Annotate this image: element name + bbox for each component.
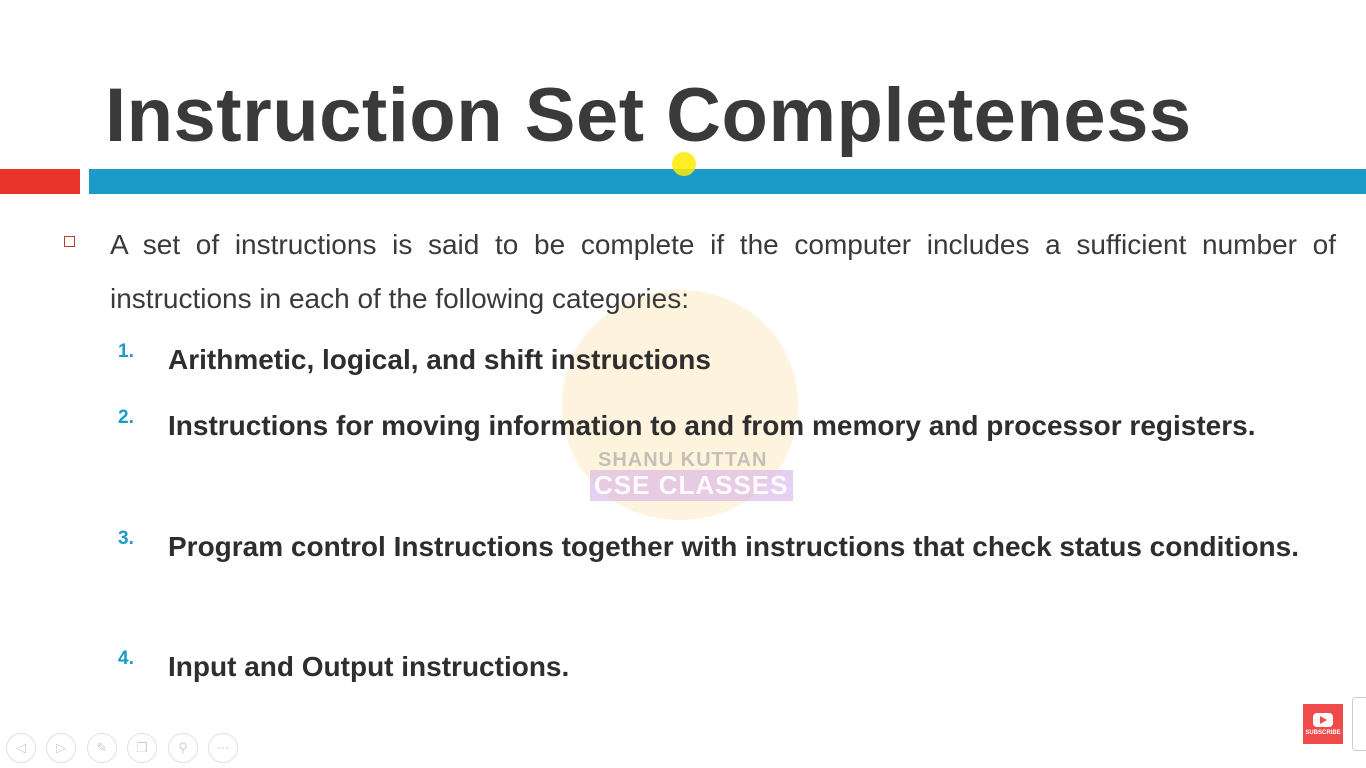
slides-icon: ❐ bbox=[136, 740, 148, 755]
list-text: Arithmetic, logical, and shift instructi… bbox=[168, 344, 711, 375]
pen-button[interactable]: ✎ bbox=[87, 733, 117, 763]
intro-paragraph: A set of instructions is said to be comp… bbox=[110, 229, 1336, 314]
list-number: 1. bbox=[118, 341, 134, 362]
more-icon: ⋯ bbox=[216, 740, 230, 755]
youtube-play-icon bbox=[1313, 712, 1333, 727]
arrow-left-icon: ◁ bbox=[16, 740, 26, 755]
list-text: Input and Output instructions. bbox=[168, 651, 570, 682]
arrow-right-icon: ▷ bbox=[56, 740, 66, 755]
title-underline-red bbox=[0, 169, 80, 194]
slides-button[interactable]: ❐ bbox=[127, 733, 157, 763]
mouse-cursor-highlight bbox=[672, 152, 696, 176]
list-text: Instructions for moving information to a… bbox=[168, 410, 1256, 441]
next-slide-button[interactable]: ▷ bbox=[46, 733, 76, 763]
slide-title: Instruction Set Completeness bbox=[105, 73, 1192, 158]
watermark-name: SHANU KUTTAN bbox=[598, 449, 768, 471]
watermark-brand: CSE CLASSES bbox=[590, 470, 793, 501]
zoom-button[interactable]: ⚲ bbox=[168, 733, 198, 763]
title-underline-blue bbox=[89, 169, 1366, 194]
subscribe-label: SUBSCRIBE bbox=[1305, 729, 1341, 736]
pen-icon: ✎ bbox=[96, 740, 108, 755]
side-panel-handle[interactable] bbox=[1352, 697, 1366, 751]
list-number: 3. bbox=[118, 528, 134, 549]
list-text: Program control Instructions together wi… bbox=[168, 531, 1300, 562]
more-options-button[interactable]: ⋯ bbox=[208, 733, 238, 763]
list-number: 4. bbox=[118, 648, 134, 669]
previous-slide-button[interactable]: ◁ bbox=[6, 733, 36, 763]
youtube-subscribe-button[interactable]: SUBSCRIBE bbox=[1303, 704, 1343, 744]
square-bullet-icon bbox=[64, 236, 75, 247]
list-number: 2. bbox=[118, 407, 134, 428]
magnifier-icon: ⚲ bbox=[178, 740, 188, 755]
